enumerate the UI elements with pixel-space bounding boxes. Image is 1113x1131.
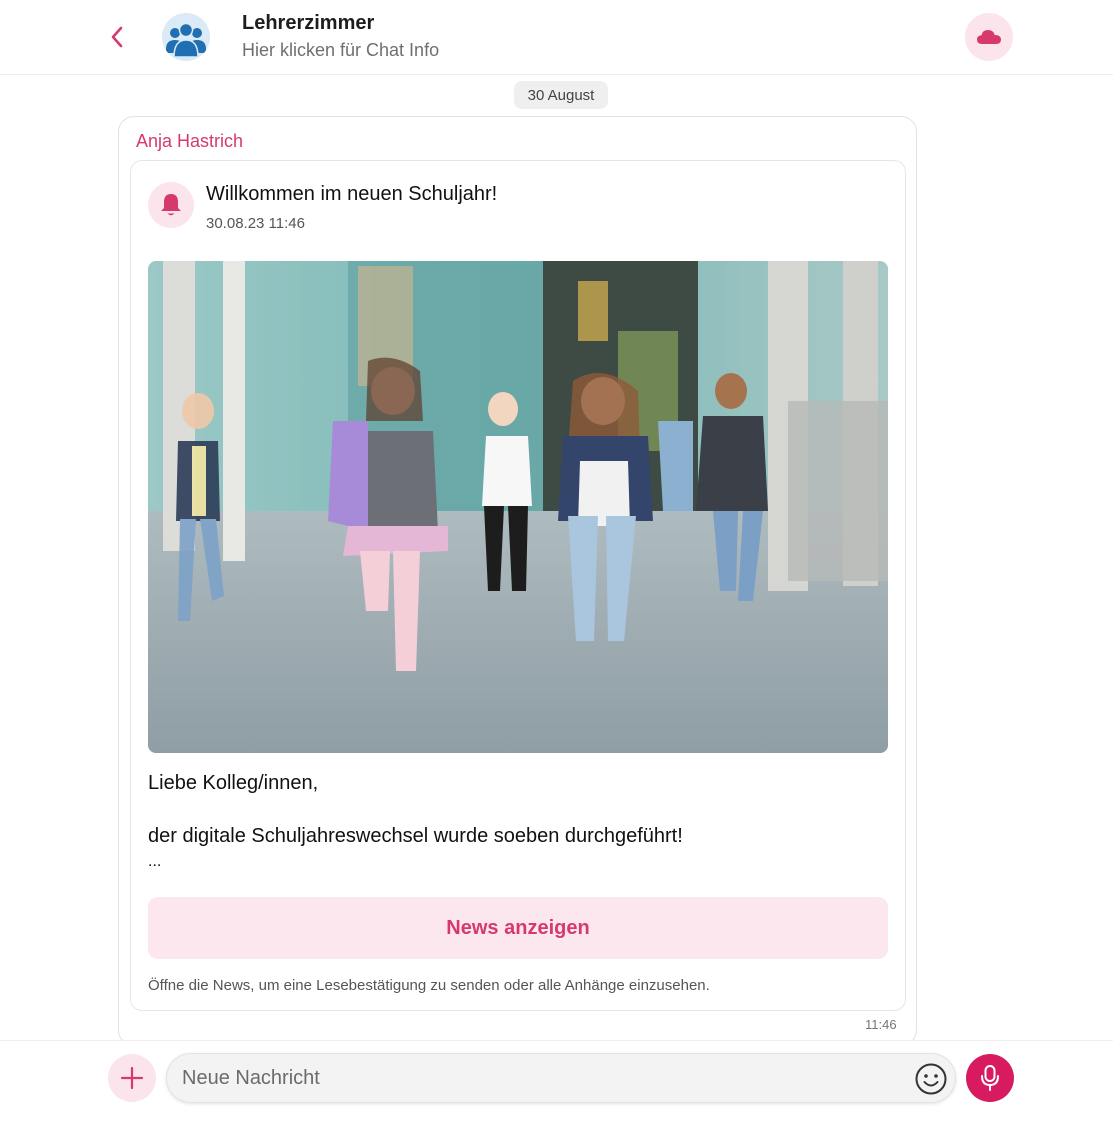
news-icon-badge <box>148 182 194 228</box>
group-avatar[interactable] <box>162 13 210 61</box>
chat-header: Lehrerzimmer Hier klicken für Chat Info <box>0 0 1113 75</box>
bell-icon <box>161 194 181 216</box>
plus-icon <box>120 1066 144 1090</box>
message-composer <box>0 1040 1113 1131</box>
back-button[interactable] <box>104 22 130 52</box>
message-input[interactable] <box>166 1053 956 1103</box>
chevron-left-icon <box>111 26 123 48</box>
add-attachment-button[interactable] <box>108 1054 156 1102</box>
message-bubble: Anja Hastrich Willkommen im neuen Schulj… <box>118 116 917 1046</box>
news-ellipsis: ... <box>148 853 162 870</box>
chat-info-link[interactable]: Hier klicken für Chat Info <box>242 40 439 61</box>
news-hint: Öffne die News, um eine Lesebestätigung … <box>148 977 710 994</box>
news-card[interactable]: Willkommen im neuen Schuljahr! 30.08.23 … <box>130 160 906 1011</box>
emoji-button[interactable] <box>913 1061 949 1097</box>
news-greeting: Liebe Kolleg/innen, <box>148 772 319 794</box>
group-icon <box>162 13 210 61</box>
news-title: Willkommen im neuen Schuljahr! <box>206 183 498 205</box>
news-body: der digitale Schuljahreswechsel wurde so… <box>148 825 683 847</box>
news-image[interactable] <box>148 261 888 753</box>
news-date: 30.08.23 11:46 <box>206 215 305 232</box>
chat-title[interactable]: Lehrerzimmer <box>242 12 374 35</box>
date-separator: 30 August <box>514 81 608 109</box>
microphone-icon <box>981 1065 999 1091</box>
message-sender: Anja Hastrich <box>136 131 244 151</box>
message-time: 11:46 <box>865 1017 897 1032</box>
voice-message-button[interactable] <box>966 1054 1014 1102</box>
show-news-button[interactable]: News anzeigen <box>148 897 888 959</box>
cloud-button[interactable] <box>965 13 1013 61</box>
emoji-icon <box>915 1063 947 1095</box>
cloud-icon <box>977 30 1001 44</box>
